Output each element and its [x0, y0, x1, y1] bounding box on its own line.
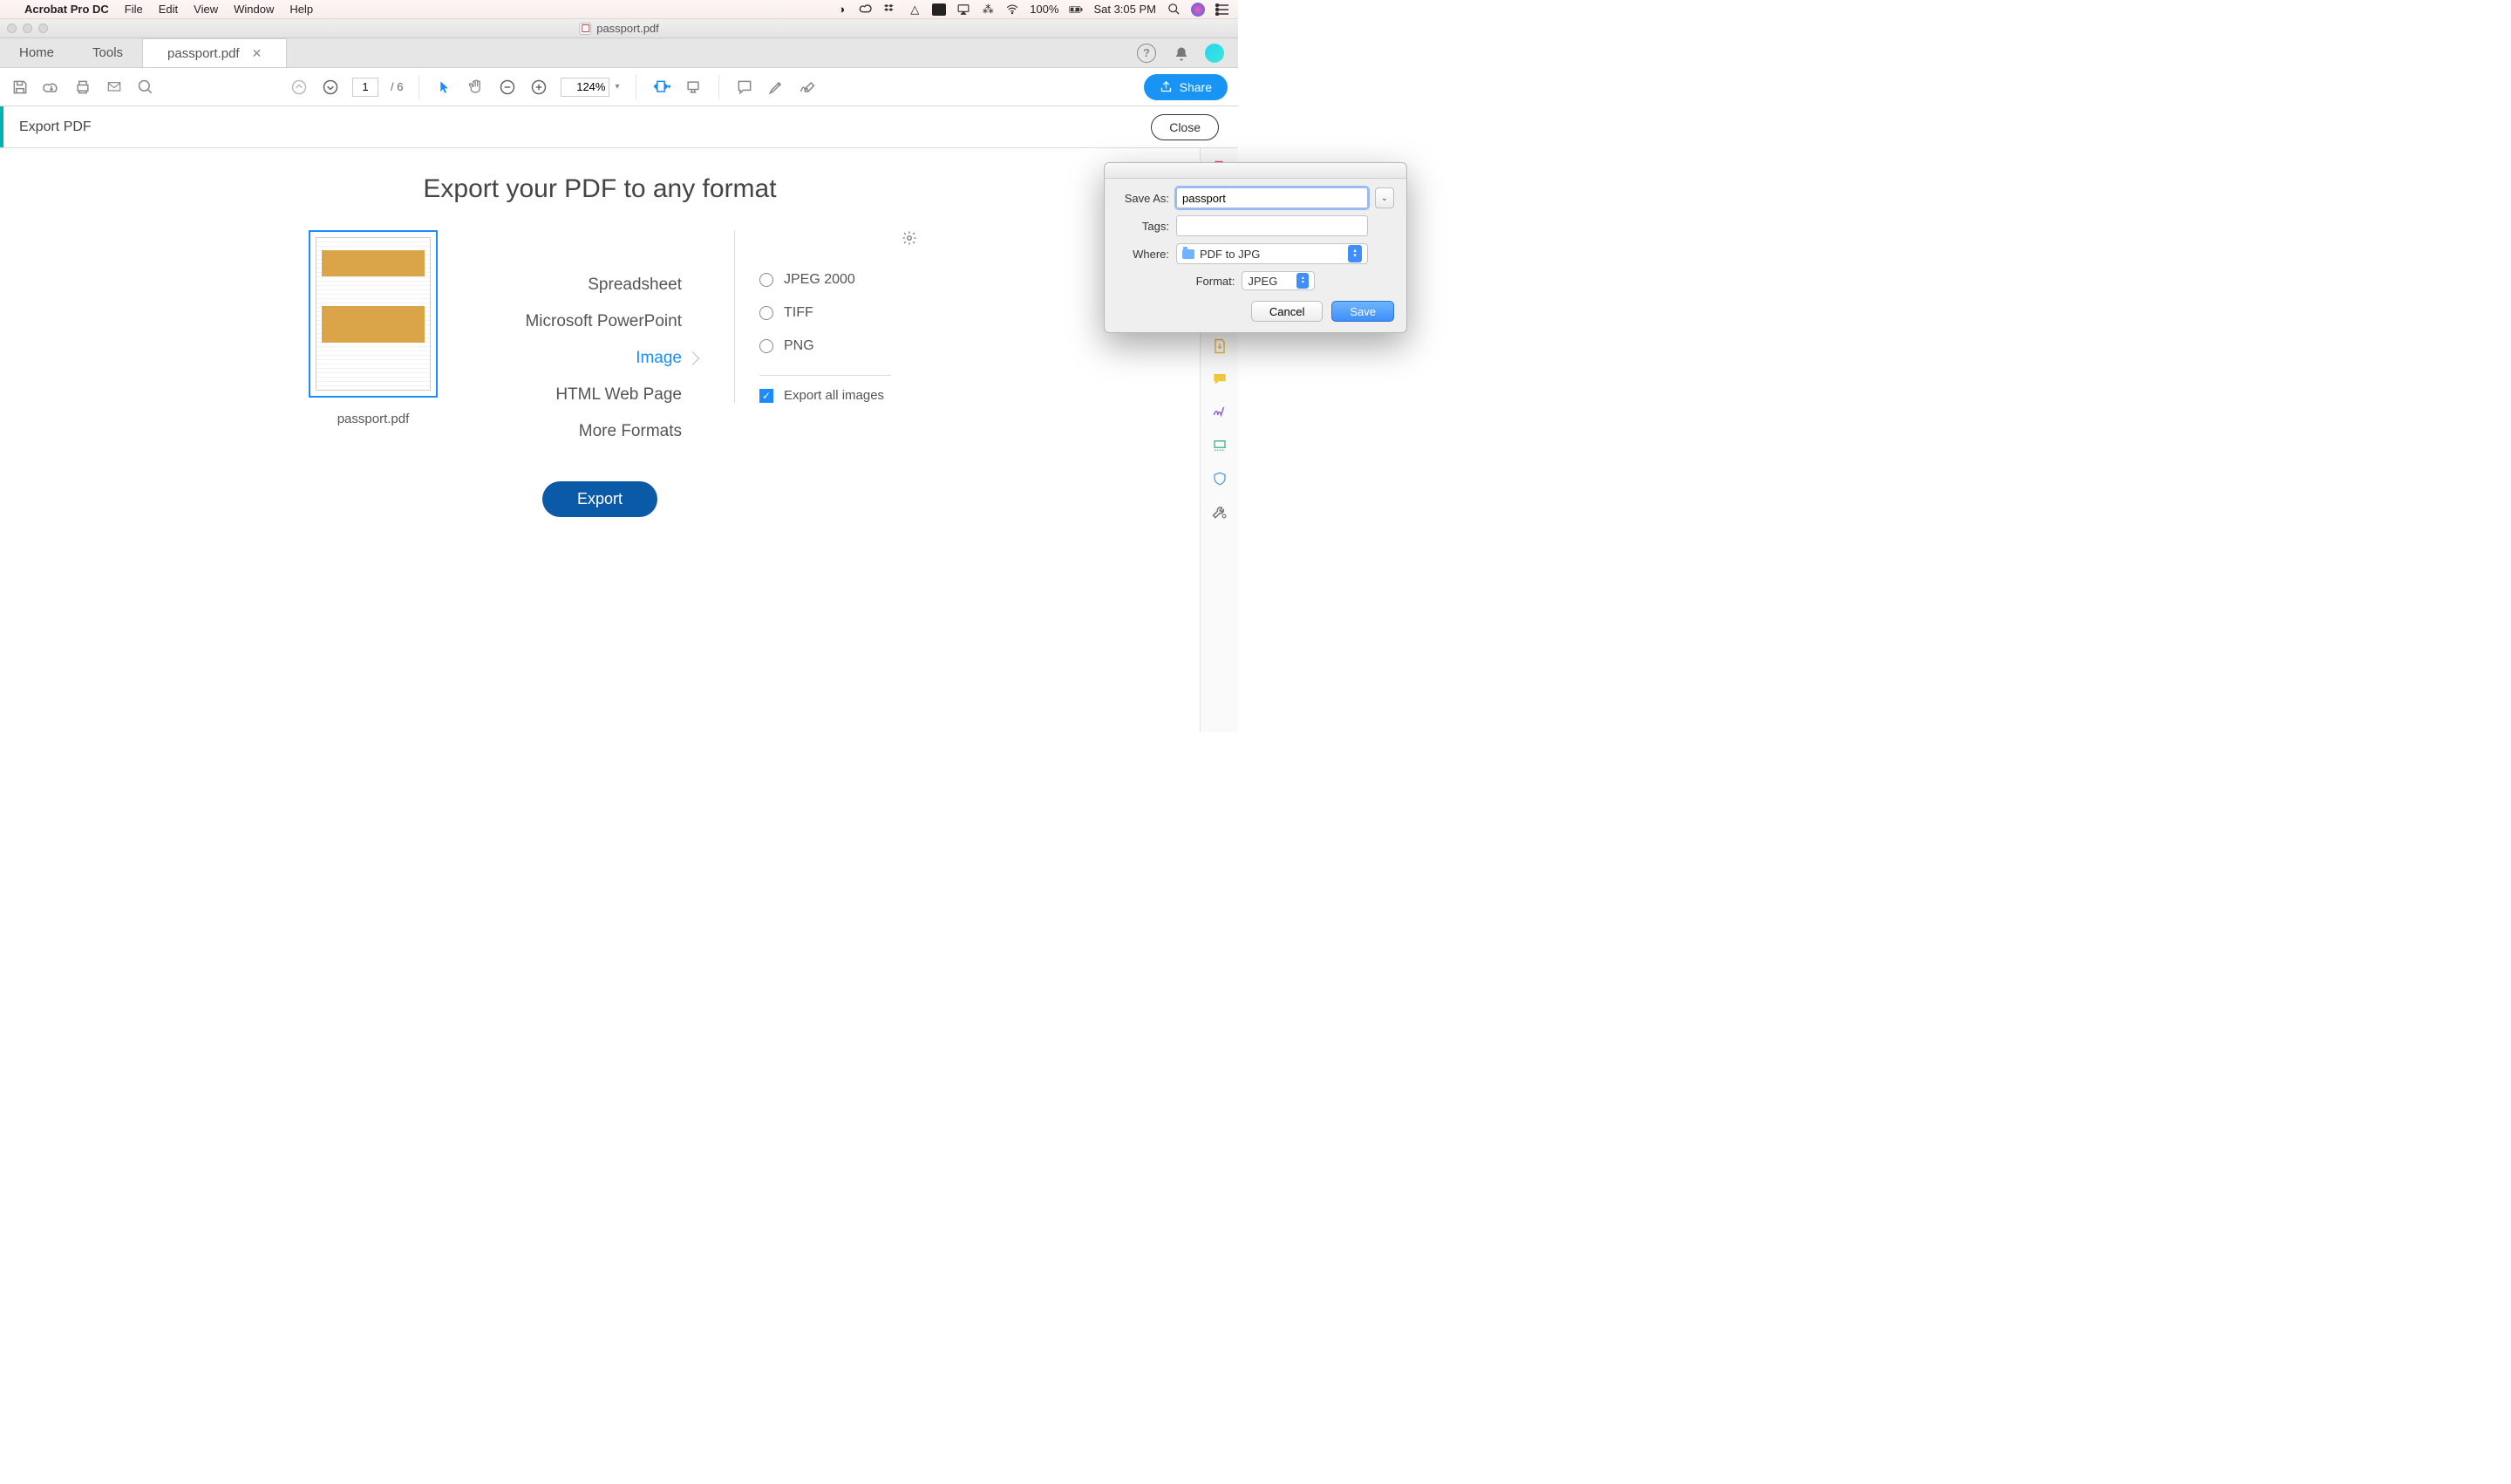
export-header-title: Export PDF: [19, 119, 92, 135]
rail-comment-icon[interactable]: [1210, 370, 1229, 389]
comment-icon[interactable]: [735, 78, 754, 97]
save-dialog: Save As: ⌄ Tags: Where: PDF to JPG ▴▾ Fo…: [1104, 162, 1407, 333]
hand-tool-icon[interactable]: [466, 78, 486, 97]
window-titlebar: passport.pdf: [0, 19, 1238, 38]
notification-center-icon[interactable]: [1215, 3, 1229, 17]
menu-help[interactable]: Help: [289, 3, 313, 16]
format-label: Format:: [1196, 275, 1235, 288]
rail-more-tools-icon[interactable]: [1210, 502, 1229, 521]
document-thumbnail[interactable]: [309, 230, 438, 398]
subformat-png[interactable]: PNG: [759, 330, 891, 363]
folder-icon: [1182, 249, 1194, 259]
tab-home[interactable]: Home: [0, 38, 73, 67]
pdf-file-icon: [579, 23, 591, 35]
sign-icon[interactable]: [798, 78, 817, 97]
tags-input[interactable]: [1176, 215, 1368, 236]
export-panel: Export your PDF to any format passport.p…: [0, 148, 1200, 732]
cancel-button[interactable]: Cancel: [1251, 301, 1323, 322]
zoom-dropdown-icon[interactable]: ▾: [615, 82, 619, 92]
battery-icon[interactable]: [1069, 3, 1083, 17]
where-select[interactable]: PDF to JPG ▴▾: [1176, 243, 1368, 264]
select-tool-icon[interactable]: [435, 78, 454, 97]
window-title: passport.pdf: [596, 22, 659, 35]
format-spreadsheet[interactable]: Spreadsheet: [490, 267, 682, 303]
tab-tools[interactable]: Tools: [73, 38, 142, 67]
mac-menubar: Acrobat Pro DC File Edit View Window Hel…: [0, 0, 1238, 19]
notifications-icon[interactable]: [1174, 46, 1187, 60]
format-html[interactable]: HTML Web Page: [490, 377, 682, 413]
format-caret-icon: ▴▾: [1296, 273, 1309, 289]
find-icon[interactable]: [136, 78, 155, 97]
email-icon[interactable]: [105, 78, 124, 97]
rail-send-icon[interactable]: [1210, 337, 1229, 356]
tags-label: Tags:: [1117, 220, 1169, 233]
rail-fill-sign-icon[interactable]: [1210, 403, 1229, 422]
export-pdf-header: Export PDF Close: [0, 106, 1238, 148]
save-as-label: Save As:: [1117, 192, 1169, 205]
siri-icon[interactable]: [1191, 3, 1205, 17]
account-avatar[interactable]: [1205, 44, 1224, 63]
format-list: Microsoft Word Spreadsheet Microsoft Pow…: [490, 230, 682, 450]
tab-close-icon[interactable]: ✕: [252, 46, 262, 61]
app-icon[interactable]: [932, 3, 946, 16]
subformat-tiff[interactable]: TIFF: [759, 296, 891, 330]
format-powerpoint[interactable]: Microsoft PowerPoint: [490, 303, 682, 340]
cloud-icon[interactable]: [42, 78, 61, 97]
settings-gear-icon[interactable]: [902, 230, 917, 246]
tab-document-label: passport.pdf: [167, 46, 240, 61]
menu-window[interactable]: Window: [234, 3, 274, 16]
rail-protect-icon[interactable]: [1210, 469, 1229, 488]
zoom-out-icon[interactable]: [498, 78, 517, 97]
print-icon[interactable]: [73, 78, 92, 97]
page-display-icon[interactable]: [684, 78, 703, 97]
where-caret-icon: ▴▾: [1348, 245, 1362, 262]
page-total: / 6: [391, 80, 403, 93]
tab-strip: Home Tools passport.pdf ✕ ?: [0, 38, 1238, 68]
subformat-jpeg2000[interactable]: JPEG 2000: [759, 263, 891, 296]
highlight-icon[interactable]: [766, 78, 786, 97]
rail-scan-icon[interactable]: [1210, 436, 1229, 455]
menu-file[interactable]: File: [125, 3, 143, 16]
expand-dialog-button[interactable]: ⌄: [1375, 187, 1394, 208]
battery-percent[interactable]: 100%: [1030, 3, 1058, 16]
thumbnail-label: passport.pdf: [337, 412, 410, 426]
page-down-icon[interactable]: [321, 78, 340, 97]
export-button[interactable]: Export: [542, 481, 657, 517]
save-icon[interactable]: [10, 78, 30, 97]
menubar-clock[interactable]: Sat 3:05 PM: [1093, 3, 1156, 16]
dropbox-icon[interactable]: [883, 3, 897, 17]
gdrive-icon[interactable]: △: [908, 3, 922, 17]
spotlight-icon[interactable]: [1167, 3, 1181, 17]
dialog-titlebar[interactable]: [1105, 163, 1406, 179]
format-select[interactable]: JPEG ▴▾: [1242, 271, 1315, 290]
creative-cloud-icon[interactable]: [859, 3, 873, 17]
where-label: Where:: [1117, 248, 1169, 261]
export-all-images-checkbox[interactable]: ✓Export all images: [759, 388, 891, 403]
airplay-icon[interactable]: [956, 3, 970, 17]
help-icon[interactable]: ?: [1137, 44, 1156, 63]
zoom-input[interactable]: [561, 78, 609, 97]
main-toolbar: / 6 ▾ ▾ Share: [0, 68, 1238, 106]
menu-view[interactable]: View: [194, 3, 218, 16]
wifi-icon[interactable]: [1005, 3, 1019, 17]
status-icon-1[interactable]: ◑: [834, 3, 848, 17]
export-title: Export your PDF to any format: [35, 174, 1165, 204]
menubar-app-name[interactable]: Acrobat Pro DC: [24, 3, 109, 16]
tab-document[interactable]: passport.pdf ✕: [142, 38, 287, 67]
zoom-in-icon[interactable]: [529, 78, 548, 97]
page-number-input[interactable]: [352, 78, 378, 97]
export-close-button[interactable]: Close: [1151, 114, 1219, 140]
format-image[interactable]: Image: [490, 340, 682, 377]
menu-edit[interactable]: Edit: [159, 3, 178, 16]
save-button[interactable]: Save: [1331, 301, 1394, 322]
share-button[interactable]: Share: [1144, 74, 1228, 100]
bluetooth-icon[interactable]: ⁂: [981, 3, 995, 17]
traffic-lights[interactable]: [7, 24, 48, 33]
format-more[interactable]: More Formats: [490, 413, 682, 450]
fit-width-icon[interactable]: ▾: [652, 78, 671, 97]
page-up-icon[interactable]: [289, 78, 309, 97]
save-as-input[interactable]: [1176, 187, 1368, 208]
image-subformats: JPEG JPEG 2000 TIFF PNG ✓Export all imag…: [734, 230, 891, 403]
